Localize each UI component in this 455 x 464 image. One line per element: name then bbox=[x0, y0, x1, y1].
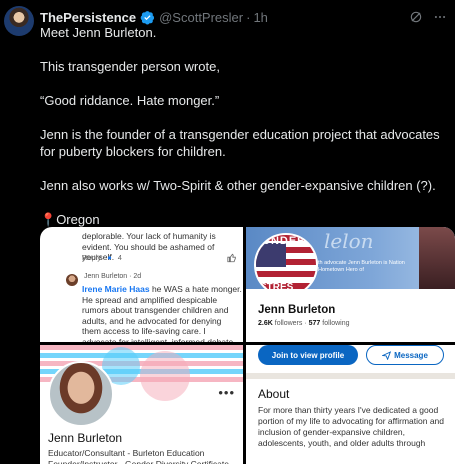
followers-label: followers bbox=[274, 320, 303, 327]
banner-caption: th advocate Jenn Burleton is Nation Home… bbox=[318, 260, 405, 273]
tweet-paragraph: This transgender person wrote, bbox=[40, 59, 220, 74]
author-avatar[interactable] bbox=[4, 6, 34, 36]
banner-script-text: lelon bbox=[324, 229, 374, 253]
join-to-view-profile-button[interactable]: Join to view profile bbox=[258, 345, 358, 365]
section-divider bbox=[246, 373, 455, 379]
grok-icon[interactable] bbox=[409, 10, 423, 24]
message-button-label: Message bbox=[394, 350, 428, 360]
profile-name: Jenn Burleton bbox=[258, 304, 336, 316]
profile-card-title: Educator/Consultant - Burleton Education… bbox=[48, 448, 229, 464]
reply-avatar bbox=[66, 274, 78, 286]
about-heading: About bbox=[258, 387, 290, 401]
following-label: following bbox=[322, 320, 350, 327]
reply-label: Reply bbox=[82, 253, 102, 262]
tweet-paragraph: Meet Jenn Burleton. bbox=[40, 25, 157, 40]
tweet-paragraph: “Good riddance. Hate monger.” bbox=[40, 93, 220, 108]
badge-top-text: UNDER bbox=[262, 235, 307, 247]
stats-separator: · bbox=[304, 320, 307, 327]
media-grid[interactable]: deplorable. Your lack of humanity is evi… bbox=[40, 227, 455, 464]
tweet-text: Meet Jenn Burleton. This transgender per… bbox=[40, 24, 448, 245]
about-text: For more than thirty years I've dedicate… bbox=[258, 405, 444, 448]
location-text: Oregon bbox=[56, 212, 100, 227]
tweet-location: 📍Oregon bbox=[40, 211, 448, 228]
reaction-count: 4 bbox=[117, 253, 122, 262]
reply-author: Jenn Burleton · 2d bbox=[84, 273, 142, 280]
profile-stats: 2.6K followers · 577 following bbox=[258, 320, 350, 327]
reply-mention: Irene Marie Haas bbox=[82, 284, 150, 294]
more-options-icon[interactable] bbox=[433, 10, 447, 24]
like-icon: ● bbox=[107, 253, 112, 262]
verified-badge-icon bbox=[140, 10, 155, 25]
badge-bottom-text: STRES bbox=[260, 282, 294, 293]
profile-photo bbox=[48, 361, 114, 427]
tweet-paragraph: Jenn also works w/ Two-Spirit & other ge… bbox=[40, 178, 436, 193]
profile-card-name: Jenn Burleton bbox=[48, 431, 123, 445]
reply-text: Irene Marie Haas he WAS a hate monger. H… bbox=[82, 284, 242, 342]
profile-badge-flag: UNDER STRES bbox=[254, 233, 318, 297]
following-count: 577 bbox=[308, 320, 321, 327]
banner-photo bbox=[419, 227, 455, 289]
location-pin-icon: 📍 bbox=[40, 212, 57, 227]
thumbs-up-icon bbox=[227, 253, 236, 263]
media-linkedin-profile-top[interactable]: lelon th advocate Jenn Burleton is Natio… bbox=[246, 227, 455, 342]
message-button[interactable]: Message bbox=[366, 345, 444, 365]
author-handle[interactable]: @ScottPresler bbox=[159, 10, 243, 25]
tweet-paragraph: Jenn is the founder of a transgender edu… bbox=[40, 127, 444, 159]
more-icon[interactable]: ••• bbox=[218, 385, 235, 400]
media-linkedin-profile-card[interactable]: ••• Jenn Burleton Educator/Consultant - … bbox=[40, 345, 243, 464]
comment-meta: Reply ● 4 bbox=[82, 253, 122, 262]
send-icon bbox=[382, 350, 392, 360]
followers-count: 2.6K bbox=[258, 320, 273, 327]
media-comment-screenshot[interactable]: deplorable. Your lack of humanity is evi… bbox=[40, 227, 243, 342]
media-linkedin-about[interactable]: Join to view profile Message About For m… bbox=[246, 345, 455, 464]
header-separator: · bbox=[246, 9, 251, 25]
tweet-time[interactable]: 1h bbox=[253, 10, 267, 25]
author-name[interactable]: ThePersistence bbox=[40, 10, 136, 25]
banner-circle bbox=[140, 351, 190, 401]
